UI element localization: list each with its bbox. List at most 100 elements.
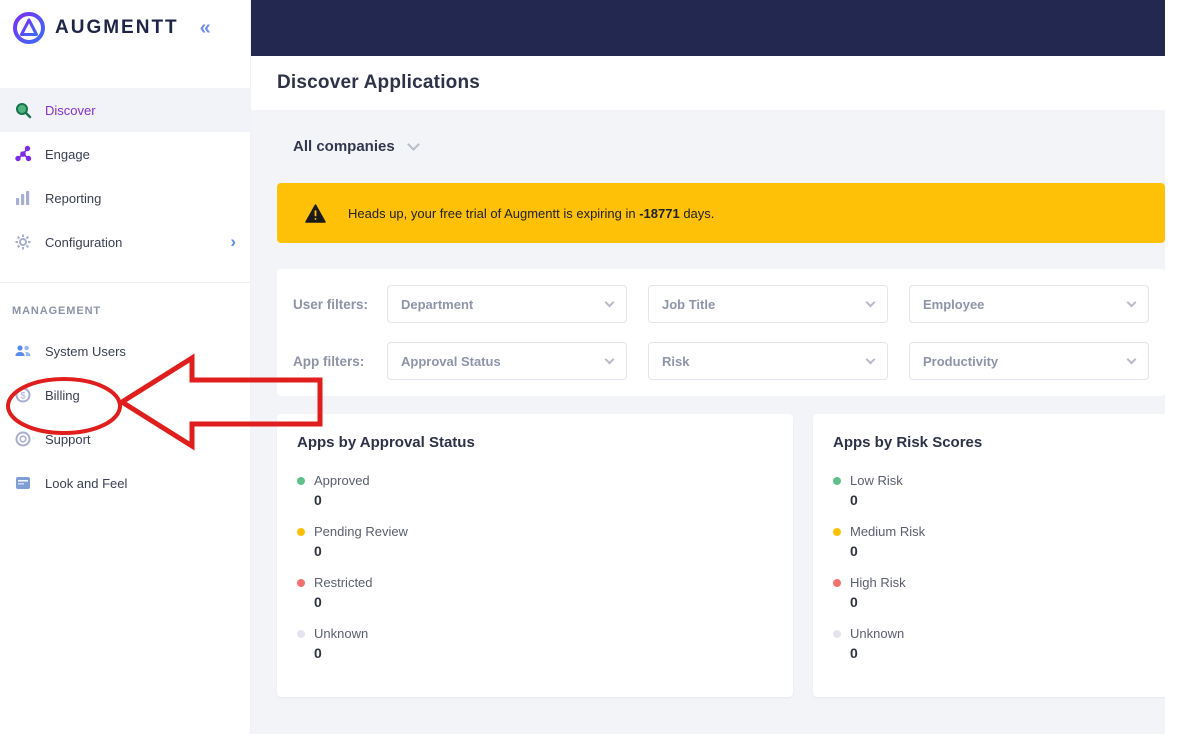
sidebar-item-label: Configuration (45, 234, 123, 250)
legend-item: Unknown 0 (297, 626, 773, 661)
network-icon (14, 145, 32, 163)
legend-value: 0 (314, 594, 322, 610)
legend-item: Unknown 0 (833, 626, 1165, 661)
legend-value: 0 (850, 645, 858, 661)
users-icon (14, 342, 32, 360)
legend-item: Approved 0 (297, 473, 773, 508)
legend-dot (297, 527, 305, 536)
dropdown-placeholder: Productivity (923, 353, 999, 369)
legend-value: 0 (314, 492, 322, 508)
sidebar-item-support[interactable]: Support (0, 417, 250, 461)
charts-row: Apps by Approval Status Approved 0 Pendi… (277, 414, 1165, 697)
sidebar-item-system-users[interactable]: System Users (0, 329, 250, 373)
legend-dot (833, 476, 841, 485)
sidebar-item-label: Look and Feel (45, 475, 128, 491)
sidebar-item-label: Discover (45, 102, 96, 118)
legend-item: Low Risk 0 (833, 473, 1165, 508)
approval-status-filter-dropdown[interactable]: Approval Status (387, 342, 627, 380)
sidebar-nav: Discover Engage Reporting Configuration … (0, 88, 250, 264)
chart-title: Apps by Approval Status (297, 434, 475, 451)
legend-label: Medium Risk (850, 524, 926, 539)
augmentt-logo-icon (12, 11, 46, 45)
gear-icon (14, 233, 32, 251)
user-filters-row: User filters: Department Job Title Emplo… (293, 285, 1149, 323)
svg-text:$: $ (20, 390, 25, 400)
app-filters-row: App filters: Approval Status Risk Produc… (293, 342, 1149, 380)
risk-scores-chart-card: Apps by Risk Scores Low Risk 0 Medium Ri… (813, 414, 1165, 697)
sidebar-collapse-icon[interactable]: « (200, 18, 211, 38)
banner-text: Heads up, your free trial of Augmentt is… (348, 206, 714, 221)
productivity-filter-dropdown[interactable]: Productivity (909, 342, 1149, 380)
legend-value: 0 (850, 492, 858, 508)
legend-item: Restricted 0 (297, 575, 773, 610)
chevron-down-icon (604, 297, 615, 307)
sidebar-item-label: Reporting (45, 190, 102, 206)
management-nav: System Users $ Billing Support Look and … (0, 329, 250, 505)
sidebar-item-discover[interactable]: Discover (0, 88, 250, 132)
trial-warning-banner: Heads up, your free trial of Augmentt is… (277, 183, 1165, 243)
lifebuoy-icon (14, 430, 32, 448)
warning-icon (305, 203, 326, 223)
legend-label: Unknown (850, 626, 905, 641)
theme-icon (14, 474, 32, 492)
legend-value: 0 (314, 645, 322, 661)
dropdown-placeholder: Job Title (662, 296, 716, 312)
page-header: Discover Applications (251, 56, 1165, 110)
sidebar-item-look-and-feel[interactable]: Look and Feel (0, 461, 250, 505)
legend-dot (297, 476, 305, 485)
main-area: Discover Applications All companies Head… (251, 0, 1165, 734)
logo-row: AUGMENTT « (0, 0, 250, 56)
legend-value: 0 (850, 543, 858, 559)
sidebar-item-engage[interactable]: Engage (0, 132, 250, 176)
sidebar-item-reporting[interactable]: Reporting (0, 176, 250, 220)
legend-item: Pending Review 0 (297, 524, 773, 559)
legend-dot (297, 629, 305, 638)
dropdown-placeholder: Department (401, 296, 474, 312)
sidebar-item-label: Support (45, 431, 91, 447)
legend-dot (833, 578, 841, 587)
banner-days-value: -18771 (639, 205, 680, 221)
page-title: Discover Applications (277, 72, 481, 93)
sidebar-item-label: System Users (45, 343, 126, 359)
job-title-filter-dropdown[interactable]: Job Title (648, 285, 888, 323)
top-navigation-bar (251, 0, 1165, 56)
search-icon (14, 101, 32, 119)
chart-legend: Approved 0 Pending Review 0 Restricted 0 (297, 473, 773, 661)
legend-label: Restricted (314, 575, 373, 590)
legend-value: 0 (314, 543, 322, 559)
sidebar: AUGMENTT « Discover Engage Reporting Con… (0, 0, 251, 734)
chevron-down-icon (604, 354, 615, 364)
sidebar-item-label: Engage (45, 146, 90, 162)
employee-filter-dropdown[interactable]: Employee (909, 285, 1149, 323)
chevron-down-icon (865, 354, 876, 364)
legend-label: Pending Review (314, 524, 408, 539)
legend-label: Low Risk (850, 473, 903, 488)
legend-label: Approved (314, 473, 370, 488)
chevron-right-icon: › (230, 232, 236, 251)
legend-value: 0 (850, 594, 858, 610)
legend-dot (833, 527, 841, 536)
company-selector-label: All companies (293, 138, 395, 155)
sidebar-item-configuration[interactable]: Configuration › (0, 220, 250, 264)
chart-legend: Low Risk 0 Medium Risk 0 High Risk 0 Unk… (833, 473, 1165, 661)
chart-icon (14, 189, 32, 207)
company-selector[interactable]: All companies (277, 138, 420, 155)
chevron-down-icon (1126, 297, 1137, 307)
legend-dot (297, 578, 305, 587)
sidebar-item-label: Billing (45, 387, 80, 403)
legend-dot (833, 629, 841, 638)
chevron-down-icon (1126, 354, 1137, 364)
risk-filter-dropdown[interactable]: Risk (648, 342, 888, 380)
chart-title: Apps by Risk Scores (833, 434, 983, 451)
banner-text-suffix: days. (679, 205, 715, 221)
department-filter-dropdown[interactable]: Department (387, 285, 627, 323)
billing-icon: $ (14, 386, 32, 404)
chevron-down-icon (406, 138, 420, 151)
dropdown-placeholder: Approval Status (401, 353, 501, 369)
dropdown-placeholder: Risk (662, 353, 690, 369)
user-filters-label: User filters: (293, 296, 369, 312)
app-filters-label: App filters: (293, 353, 365, 369)
sidebar-item-billing[interactable]: $ Billing (0, 373, 250, 417)
banner-text-prefix: Heads up, your free trial of Augmentt is… (348, 205, 640, 221)
dropdown-placeholder: Employee (923, 296, 985, 312)
